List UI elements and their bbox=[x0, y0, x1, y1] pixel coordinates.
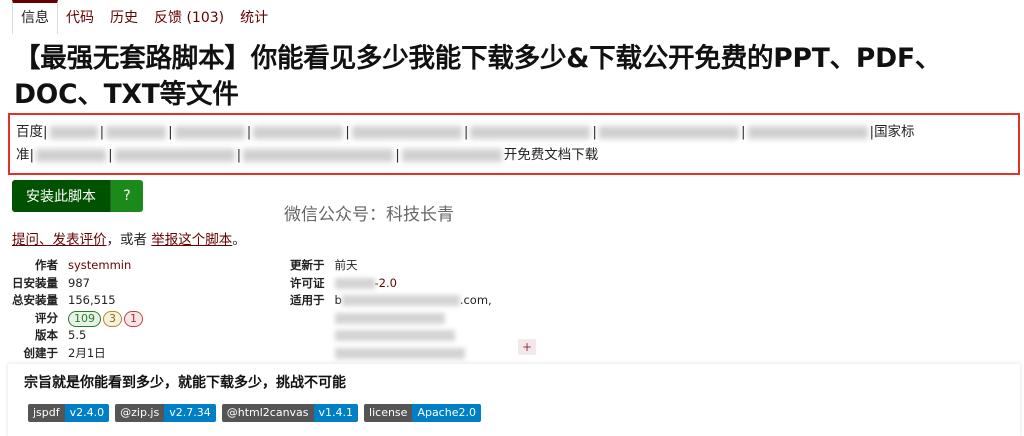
blurred-text bbox=[243, 148, 394, 162]
install-script-button[interactable]: 安装此脚本 bbox=[12, 180, 110, 212]
wechat-watermark: 微信公众号：科技长青 bbox=[284, 205, 454, 225]
page-title: 【最强无套路脚本】你能看见多少我能下载多少&下载公开免费的PPT、PDF、DOC… bbox=[14, 43, 942, 110]
blurred-text bbox=[114, 148, 235, 162]
script-meta-right: 更新于 前天 许可证 -2.0 适用于 b .com, bbox=[290, 257, 492, 362]
blurred-text bbox=[341, 295, 460, 306]
ask-review-link[interactable]: 提问、发表评价 bbox=[12, 232, 107, 248]
applies-to-list: b .com, bbox=[334, 292, 492, 362]
blurred-text bbox=[253, 125, 344, 139]
tab-info[interactable]: 信息 bbox=[12, 0, 58, 34]
blurred-text bbox=[747, 125, 868, 139]
daily-installs-label: 日安装量 bbox=[12, 275, 58, 290]
tab-history[interactable]: 历史 bbox=[102, 1, 146, 34]
blurred-text bbox=[598, 125, 739, 139]
shield-license: license Apache2.0 bbox=[364, 404, 481, 422]
blurred-text bbox=[106, 125, 167, 139]
dependency-badges: jspdf v2.4.0 @zip.js v2.7.34 @html2canvas v… bbox=[28, 404, 481, 422]
shield-html2canvas: @html2canvas v1.4.1 bbox=[221, 404, 359, 422]
shield-jspdf: jspdf v2.4.0 bbox=[28, 404, 110, 422]
rating-bad-badge: 1 bbox=[124, 310, 143, 327]
rating-ok-badge: 3 bbox=[103, 310, 122, 327]
blurred-text bbox=[174, 125, 245, 139]
author-label: 作者 bbox=[35, 258, 58, 272]
description-line2-end: 开免费文档下载 bbox=[503, 147, 599, 163]
total-installs-value: 156,515 bbox=[68, 293, 116, 307]
rating-badges: 109 3 1 bbox=[68, 310, 145, 328]
shield-zipjs: @zip.js v2.7.34 bbox=[115, 404, 216, 422]
daily-installs-value: 987 bbox=[68, 275, 90, 290]
show-more-sites-button[interactable]: + bbox=[518, 339, 536, 355]
created-value: 2月1日 bbox=[68, 345, 106, 360]
blurred-text bbox=[334, 330, 455, 341]
updated-label: 更新于 bbox=[290, 258, 325, 272]
description-start: 百度 bbox=[16, 124, 43, 140]
blurred-text bbox=[334, 277, 375, 289]
applies-to-label: 适用于 bbox=[290, 293, 325, 307]
license-value[interactable]: -2.0 bbox=[334, 275, 492, 293]
feedback-line: 提问、发表评价，或者 举报这个脚本。 bbox=[12, 232, 246, 248]
blurred-text bbox=[401, 148, 502, 162]
install-help-button[interactable]: ? bbox=[110, 180, 143, 212]
script-description: 百度| | | | | | | | |国家标 准| | | | 开免费文档下载 bbox=[8, 113, 1020, 175]
license-label: 许可证 bbox=[290, 275, 325, 290]
tab-stats[interactable]: 统计 bbox=[232, 1, 276, 34]
blurred-text bbox=[470, 125, 591, 139]
updated-value: 前天 bbox=[334, 258, 358, 272]
tab-feedback[interactable]: 反馈 (103) bbox=[146, 1, 232, 34]
script-tabs: 信息 代码 历史 反馈 (103) 统计 bbox=[12, 0, 276, 34]
tab-code[interactable]: 代码 bbox=[58, 1, 102, 34]
created-label: 创建于 bbox=[23, 345, 59, 360]
description-line2-start: 准 bbox=[16, 147, 30, 163]
blurred-text bbox=[49, 125, 98, 139]
install-button-group: 安装此脚本 ? bbox=[12, 180, 143, 212]
author-link[interactable]: systemmin bbox=[68, 258, 131, 272]
blurred-text bbox=[351, 125, 462, 139]
description-line1-end: 国家标 bbox=[874, 124, 915, 140]
blurred-text bbox=[334, 312, 445, 324]
rating-good-badge: 109 bbox=[68, 310, 101, 327]
version-value: 5.5 bbox=[68, 328, 87, 342]
report-script-link[interactable]: 举报这个脚本 bbox=[151, 232, 232, 248]
total-installs-label: 总安装量 bbox=[12, 293, 58, 307]
rating-label: 评分 bbox=[35, 310, 58, 325]
version-label: 版本 bbox=[35, 328, 58, 342]
blurred-text bbox=[36, 148, 107, 162]
blurred-text bbox=[334, 347, 465, 359]
script-motto: 宗旨就是你能看到多少，就能下载多少，挑战不可能 bbox=[24, 375, 346, 391]
script-meta-left: 作者 systemmin 日安装量 987 总安装量 156,515 评分 10… bbox=[12, 257, 145, 362]
